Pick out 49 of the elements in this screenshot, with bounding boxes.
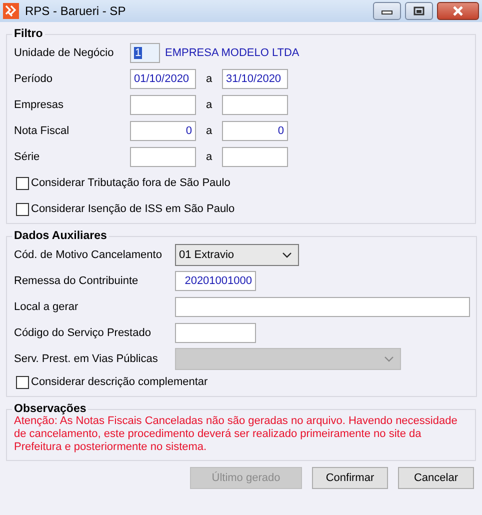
field-label: Nota Fiscal: [14, 125, 70, 137]
checkbox-label[interactable]: Considerar Isenção de ISS em São Paulo: [31, 203, 235, 215]
checkbox-label[interactable]: Considerar Tributação fora de São Paulo: [31, 177, 230, 189]
warning-text: Atenção: As Notas Fiscais Canceladas não são geradas no arquivo. Havendo necessidade de cancelamento, este procedimento deverá ser realizado primeiramente no site da Prefeitura e posteriormente no sistema.: [14, 415, 458, 454]
input-field[interactable]: 0: [130, 121, 196, 141]
close-icon: [452, 6, 464, 16]
company-name: EMPRESA MODELO LTDA: [165, 47, 300, 59]
field-label: Empresas: [14, 99, 65, 111]
checkbox[interactable]: [16, 202, 29, 216]
range-separator: a: [204, 151, 214, 163]
input-field[interactable]: [130, 147, 196, 167]
input-field[interactable]: 31/10/2020: [222, 69, 288, 89]
input-field[interactable]: [175, 323, 256, 343]
field-label: Série: [14, 151, 41, 163]
dropdown[interactable]: 01 Extravio: [175, 244, 299, 266]
input-field[interactable]: 20201001000: [175, 271, 256, 291]
input-field[interactable]: 01/10/2020: [130, 69, 196, 89]
maximize-button[interactable]: [405, 2, 433, 20]
close-button[interactable]: [437, 2, 479, 20]
checkbox[interactable]: [16, 176, 29, 190]
chevron-down-icon: [282, 252, 292, 258]
input-field[interactable]: [222, 147, 288, 167]
chevron-down-icon: [384, 356, 394, 362]
input-field[interactable]: [222, 95, 288, 115]
field-label: Cód. de Motivo Cancelamento: [14, 249, 163, 261]
input-field[interactable]: 0: [222, 121, 288, 141]
input-field[interactable]: [175, 297, 470, 317]
range-separator: a: [204, 73, 214, 85]
range-separator: a: [204, 125, 214, 137]
field-label: Período: [14, 73, 54, 85]
maximize-icon: [413, 6, 425, 16]
window-title: RPS - Barueri - SP: [25, 4, 127, 18]
field-label: Código do Serviço Prestado: [14, 327, 152, 339]
dialog-button[interactable]: Confirmar: [312, 467, 388, 489]
group-title: Filtro: [13, 28, 44, 40]
input-field[interactable]: 1: [130, 43, 160, 63]
app-icon: [3, 3, 19, 19]
minimize-button[interactable]: [373, 2, 401, 20]
field-label: Local a gerar: [14, 301, 80, 313]
field-label: Serv. Prest. em Vias Públicas: [14, 353, 159, 365]
checkbox[interactable]: [16, 376, 29, 388]
group-title: Dados Auxiliares: [13, 230, 108, 242]
range-separator: a: [204, 99, 214, 111]
checkbox-label[interactable]: Considerar descrição complementar: [31, 376, 208, 388]
input-field[interactable]: [130, 95, 196, 115]
dialog-button[interactable]: Cancelar: [398, 467, 474, 489]
field-label: Unidade de Negócio: [14, 47, 115, 59]
field-label: Remessa do Contribuinte: [14, 275, 140, 287]
group-title: Observações: [13, 403, 88, 415]
